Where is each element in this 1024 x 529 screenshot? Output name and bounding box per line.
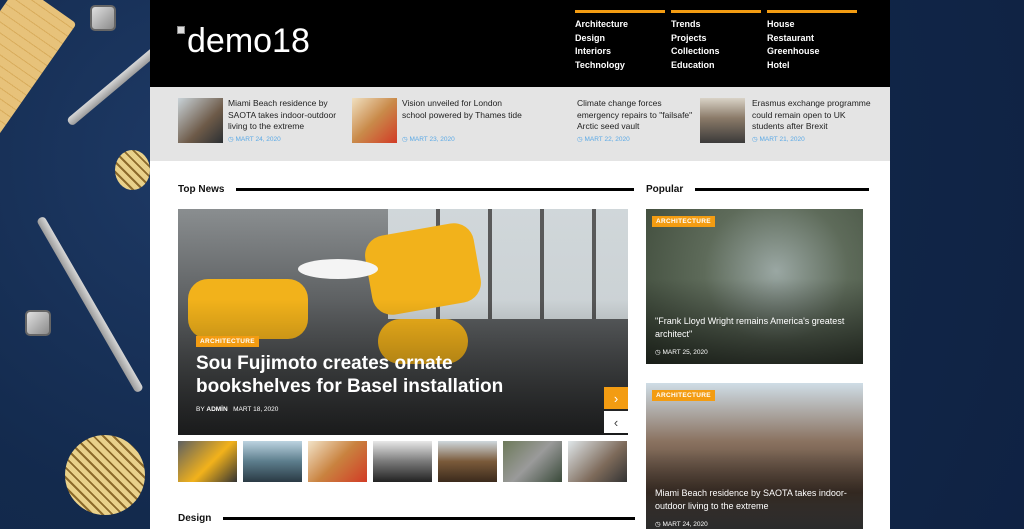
nav-link-hotel[interactable]: Hotel — [767, 59, 857, 73]
nav-link-trends[interactable]: Trends — [671, 18, 761, 32]
nav-link-education[interactable]: Education — [671, 59, 761, 73]
popular-title[interactable]: "Frank Lloyd Wright remains America's gr… — [655, 315, 855, 341]
section-title-popular: Popular — [646, 184, 870, 195]
slider-prev-button[interactable]: ‹ — [604, 411, 628, 433]
author-link[interactable]: ADMİN — [206, 406, 227, 413]
strip-title[interactable]: Miami Beach residence by SAOTA takes ind… — [228, 98, 348, 133]
header: demo18 Architecture Design Interiors Tec… — [150, 0, 890, 87]
section-title-design: Design — [178, 513, 636, 524]
clock-icon: ◷ — [752, 136, 758, 143]
nav-link-greenhouse[interactable]: Greenhouse — [767, 45, 857, 59]
strip-title[interactable]: Erasmus exchange programme could remain … — [752, 98, 872, 133]
popular-card[interactable]: ARCHITECTURE "Frank Lloyd Wright remains… — [646, 209, 863, 364]
slider-thumbnails — [178, 441, 627, 482]
popular-title[interactable]: Miami Beach residence by SAOTA takes ind… — [655, 487, 855, 513]
broken-image-icon — [177, 26, 185, 34]
clock-icon: ◷ — [577, 136, 583, 143]
clock-icon: ◷ — [655, 349, 661, 356]
hero-title[interactable]: Sou Fujimoto creates ornate bookshelves … — [196, 352, 526, 398]
nav-link-projects[interactable]: Projects — [671, 32, 761, 46]
page: demo18 Architecture Design Interiors Tec… — [150, 0, 890, 529]
news-strip: Miami Beach residence by SAOTA takes ind… — [150, 87, 890, 161]
section-rule — [236, 188, 635, 191]
slider-thumbnail[interactable] — [308, 441, 367, 482]
strip-date: ◷ MART 21, 2020 — [752, 136, 805, 143]
ruler-decoration — [0, 0, 77, 147]
slider-thumbnail[interactable] — [373, 441, 432, 482]
slider-thumbnail[interactable] — [503, 441, 562, 482]
nav-link-collections[interactable]: Collections — [671, 45, 761, 59]
hero-meta: BY ADMİN MART 18, 2020 — [196, 406, 279, 413]
category-badge[interactable]: ARCHITECTURE — [652, 390, 715, 401]
tape-decoration — [115, 150, 150, 190]
strip-thumbnail[interactable] — [178, 98, 223, 143]
chevron-left-icon: ‹ — [613, 414, 619, 430]
nav-link-house[interactable]: House — [767, 18, 857, 32]
strip-title[interactable]: Vision unveiled for London school powere… — [402, 98, 522, 121]
nav-column-2: Trends Projects Collections Education — [671, 10, 761, 73]
logo-text: demo18 — [187, 22, 310, 60]
nav-link-technology[interactable]: Technology — [575, 59, 665, 73]
chevron-right-icon: › — [613, 390, 619, 406]
slider-thumbnail[interactable] — [243, 441, 302, 482]
pencil-decoration — [36, 215, 144, 394]
strip-title[interactable]: Climate change forces emergency repairs … — [577, 98, 697, 133]
hero-overlay — [178, 209, 628, 435]
clock-icon: ◷ — [402, 136, 408, 143]
nav-link-restaurant[interactable]: Restaurant — [767, 32, 857, 46]
popular-date: ◷ MART 25, 2020 — [655, 349, 708, 356]
clock-icon: ◷ — [228, 136, 234, 143]
section-rule — [223, 517, 636, 520]
nav-column-1: Architecture Design Interiors Technology — [575, 10, 665, 73]
category-badge[interactable]: ARCHITECTURE — [652, 216, 715, 227]
binder-clip-decoration — [25, 310, 51, 336]
nav-link-architecture[interactable]: Architecture — [575, 18, 665, 32]
site-logo[interactable]: demo18 — [177, 22, 310, 61]
clock-icon: ◷ — [655, 521, 661, 528]
hero-slider[interactable]: ARCHITECTURE Sou Fujimoto creates ornate… — [178, 209, 628, 435]
section-rule — [695, 188, 870, 191]
slider-thumbnail[interactable] — [568, 441, 627, 482]
strip-date: ◷ MART 22, 2020 — [577, 136, 630, 143]
slider-thumbnail[interactable] — [178, 441, 237, 482]
strip-thumbnail[interactable] — [352, 98, 397, 143]
popular-date: ◷ MART 24, 2020 — [655, 521, 708, 528]
strip-date: ◷ MART 24, 2020 — [228, 136, 281, 143]
category-badge[interactable]: ARCHITECTURE — [196, 336, 259, 347]
strip-thumbnail[interactable] — [700, 98, 745, 143]
strip-date: ◷ MART 23, 2020 — [402, 136, 455, 143]
slider-next-button[interactable]: › — [604, 387, 628, 409]
nav-column-3: House Restaurant Greenhouse Hotel — [767, 10, 857, 73]
nav-link-design[interactable]: Design — [575, 32, 665, 46]
tape-decoration — [65, 435, 145, 515]
binder-clip-decoration — [90, 5, 116, 31]
popular-card[interactable]: ARCHITECTURE Miami Beach residence by SA… — [646, 383, 863, 529]
nav-link-interiors[interactable]: Interiors — [575, 45, 665, 59]
hero-date: MART 18, 2020 — [233, 406, 279, 413]
section-title-top-news: Top News — [178, 184, 635, 195]
slider-thumbnail[interactable] — [438, 441, 497, 482]
